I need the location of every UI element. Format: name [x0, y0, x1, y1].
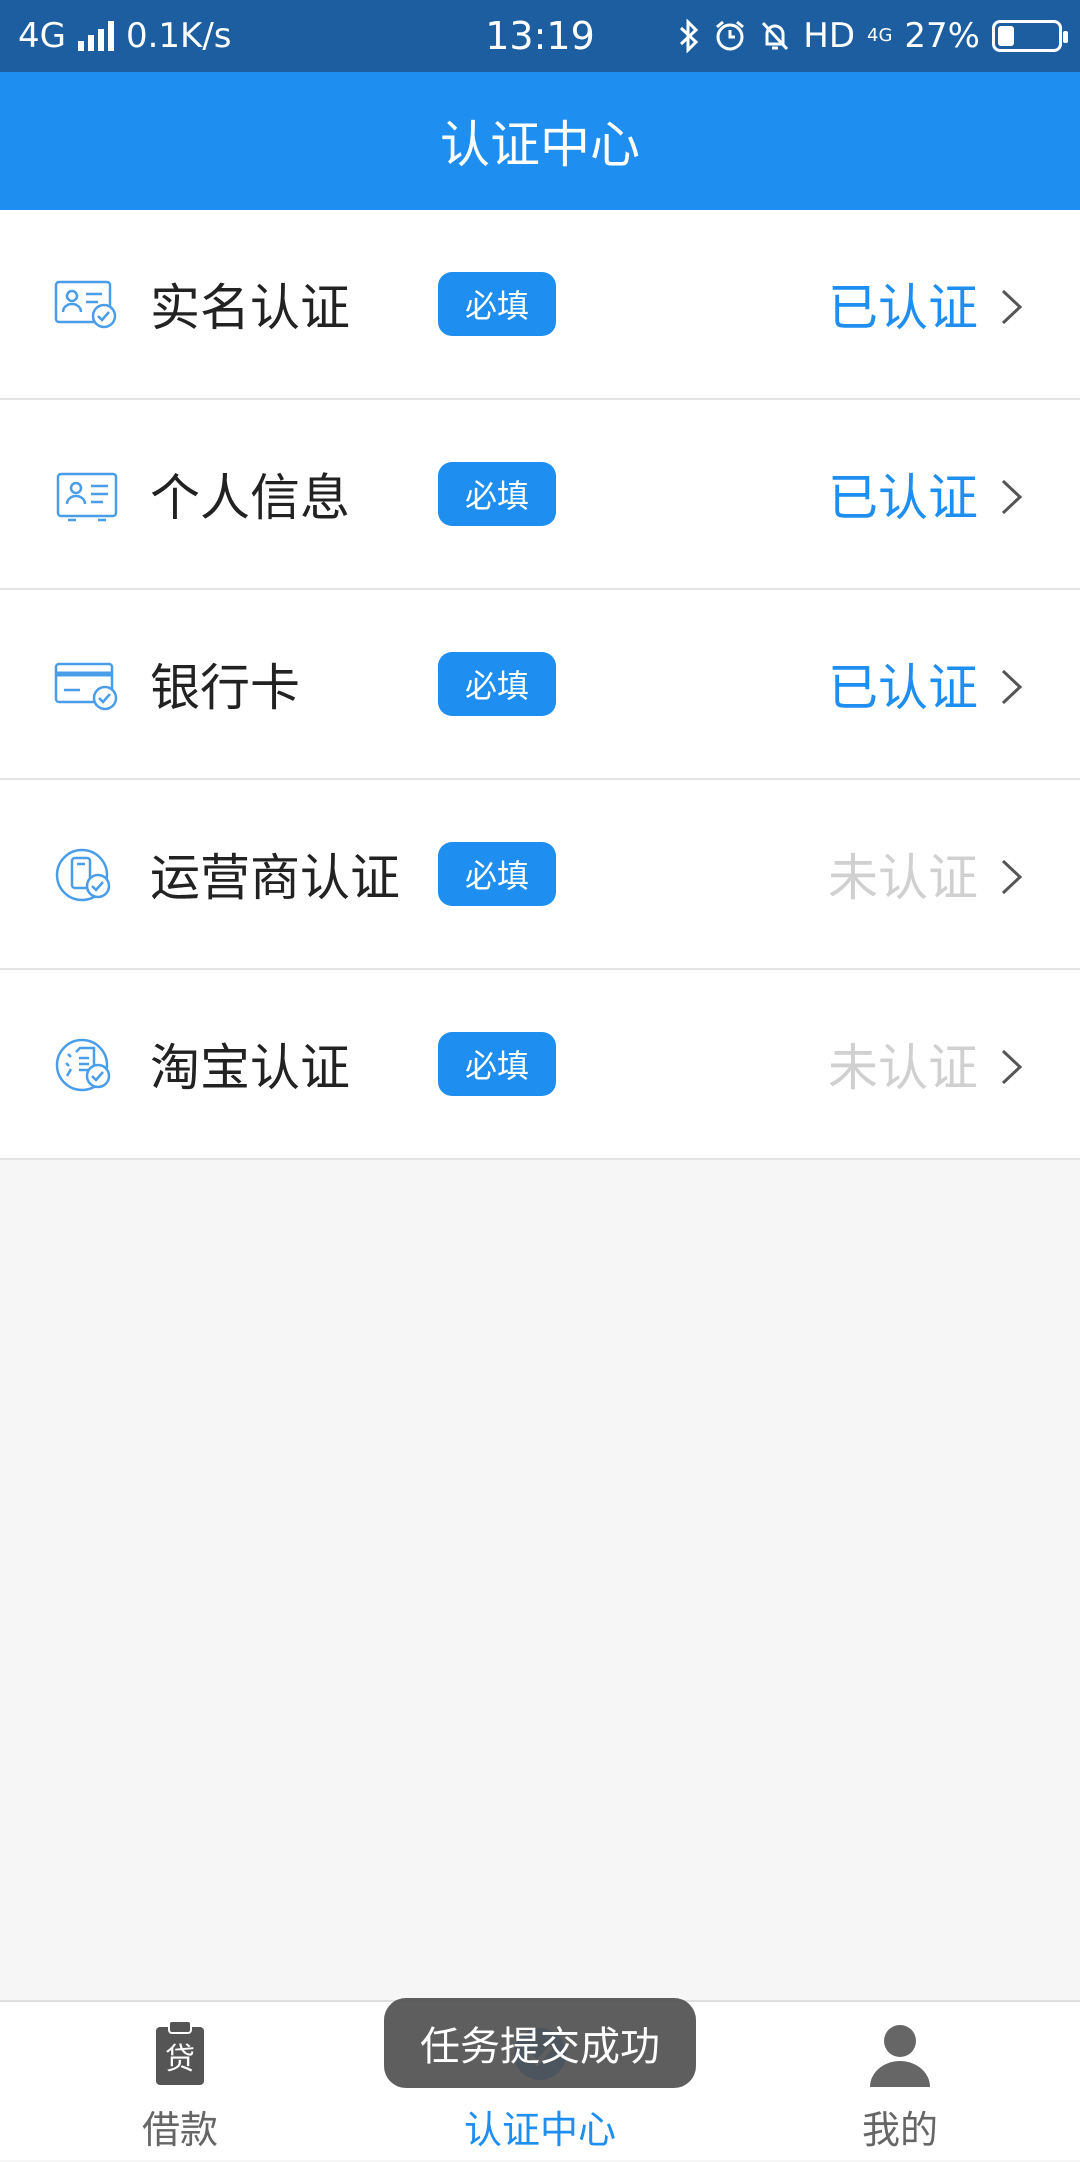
net-type-label: 4G — [867, 25, 893, 46]
list-item-carrier[interactable]: 运营商认证 必填 未认证 — [0, 780, 1080, 970]
item-title: 运营商认证 — [150, 849, 400, 907]
verification-status: 已认证 — [828, 659, 978, 717]
bluetooth-icon — [680, 19, 699, 53]
page-title: 认证中心 — [440, 116, 640, 174]
list-item-taobao[interactable]: 淘宝认证 必填 未认证 — [0, 970, 1080, 1160]
network-label: 4G — [18, 16, 66, 56]
network-speed: 0.1K/s — [125, 16, 232, 56]
page-header: 认证中心 — [0, 72, 1080, 210]
status-bar: 4G 0.1K/s 13:19 HD 4G 27% — [0, 0, 1080, 72]
signal-icon — [77, 21, 114, 51]
verification-status: 未认证 — [828, 1039, 978, 1097]
verification-status: 已认证 — [828, 469, 978, 527]
item-title: 个人信息 — [150, 469, 350, 527]
required-badge: 必填 — [438, 842, 556, 906]
battery-percent: 27% — [904, 16, 980, 56]
hd-label: HD — [803, 16, 856, 56]
tab-label: 认证中心 — [463, 2108, 616, 2152]
taobao-check-icon — [55, 1038, 111, 1092]
tab-mine[interactable]: 我的 — [720, 2002, 1080, 2162]
chevron-right-icon — [1001, 859, 1023, 895]
item-title: 实名认证 — [150, 279, 350, 337]
certification-list: 实名认证 必填 已认证 个人信息 必填 已认证 银行卡 必填 已认证 运营商认证… — [0, 210, 1080, 1160]
mute-bell-icon — [762, 21, 789, 51]
required-badge: 必填 — [438, 462, 556, 526]
chevron-right-icon — [1001, 669, 1023, 705]
tab-label: 我的 — [861, 2108, 938, 2152]
battery-icon — [992, 20, 1068, 52]
verification-status: 未认证 — [828, 849, 978, 907]
required-badge: 必填 — [438, 652, 556, 716]
required-badge: 必填 — [438, 1032, 556, 1096]
phone-check-icon — [55, 848, 111, 902]
user-profile-icon — [870, 2025, 930, 2087]
verification-status: 已认证 — [828, 279, 978, 337]
list-item-bank-card[interactable]: 银行卡 必填 已认证 — [0, 590, 1080, 780]
id-card-check-icon — [54, 280, 117, 329]
battery-fill — [998, 26, 1014, 46]
list-item-real-name[interactable]: 实名认证 必填 已认证 — [0, 210, 1080, 400]
chevron-right-icon — [1001, 289, 1023, 325]
list-item-personal-info[interactable]: 个人信息 必填 已认证 — [0, 400, 1080, 590]
item-title: 银行卡 — [150, 659, 300, 717]
loan-icon-glyph: 贷 — [165, 2042, 195, 2077]
alarm-icon — [716, 20, 745, 51]
status-bar-left: 4G 0.1K/s — [18, 16, 232, 56]
profile-card-icon — [56, 472, 118, 522]
tab-label: 借款 — [141, 2108, 218, 2152]
chevron-right-icon — [1001, 1049, 1023, 1085]
required-badge: 必填 — [438, 272, 556, 336]
item-title: 淘宝认证 — [150, 1039, 350, 1097]
toast-message: 任务提交成功 — [384, 1998, 696, 2088]
chevron-right-icon — [1001, 479, 1023, 515]
status-bar-right: HD 4G 27% — [677, 16, 1068, 56]
bank-card-check-icon — [54, 662, 118, 711]
loan-clipboard-icon: 贷 — [156, 2020, 204, 2085]
tab-loan[interactable]: 贷 借款 — [0, 2002, 360, 2162]
